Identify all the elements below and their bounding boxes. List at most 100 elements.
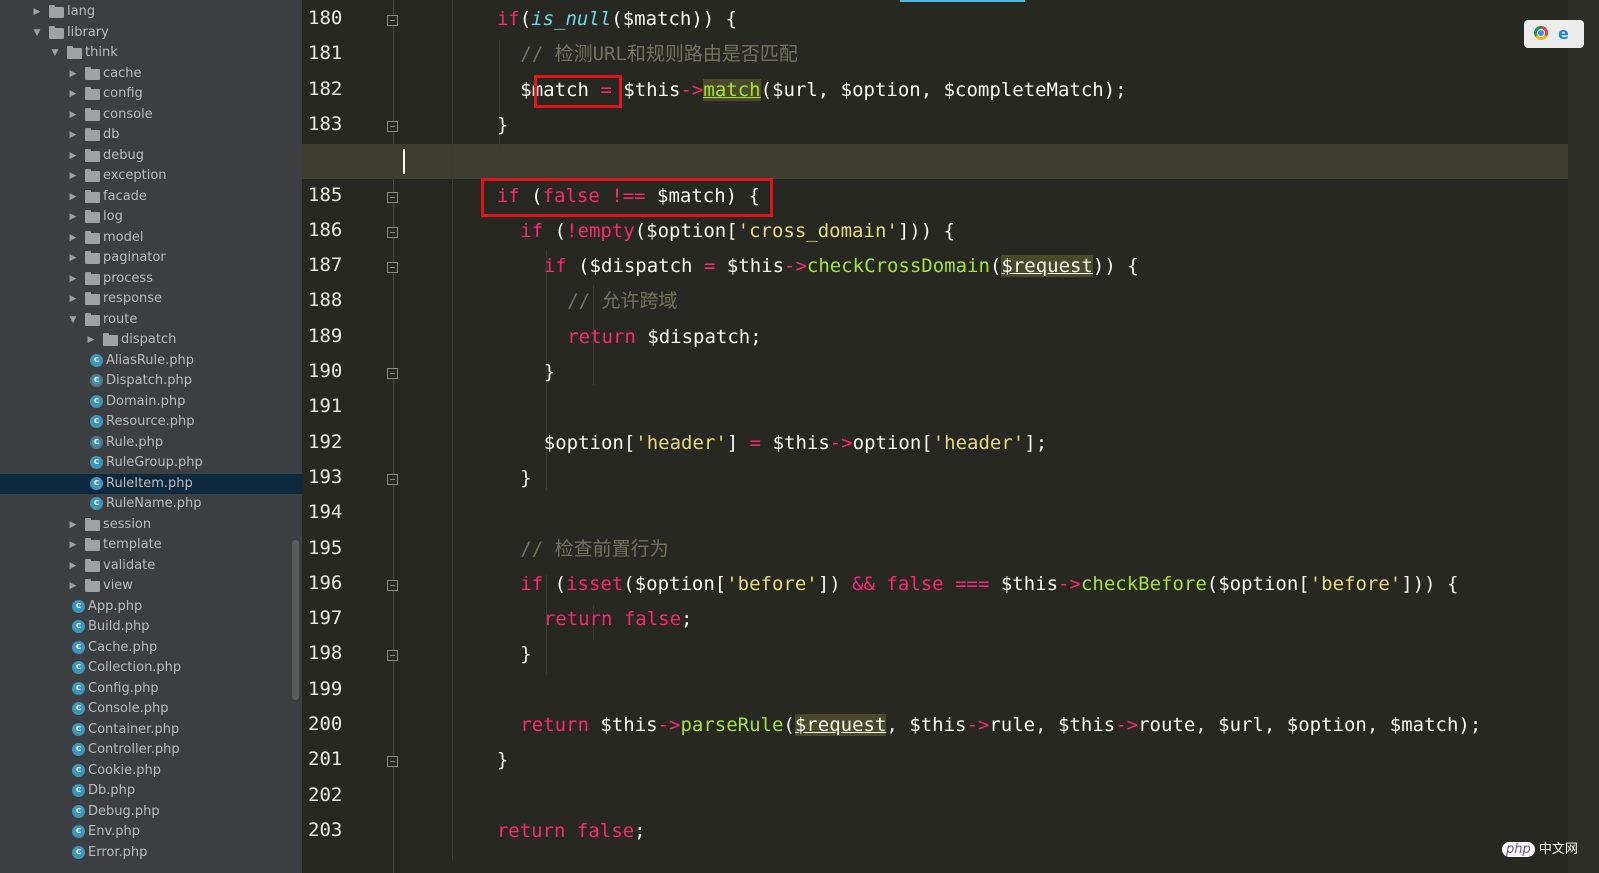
php-class-file-icon: c bbox=[72, 599, 85, 613]
ie-icon[interactable]: e bbox=[1558, 24, 1569, 43]
fold-marker-icon[interactable] bbox=[387, 226, 398, 238]
tree-item-cookie-php[interactable]: c Cookie.php bbox=[0, 761, 302, 781]
tree-item-view[interactable]: ▶ view bbox=[0, 576, 302, 596]
tree-item-controller-php[interactable]: c Controller.php bbox=[0, 740, 302, 760]
expand-arrow-closed-icon[interactable]: ▶ bbox=[86, 330, 96, 350]
expand-arrow-open-icon[interactable]: ▼ bbox=[50, 43, 60, 63]
code-line[interactable]: if ($dispatch = $this->checkCrossDomain(… bbox=[544, 251, 1139, 281]
fold-marker-icon[interactable] bbox=[387, 120, 398, 132]
expand-arrow-closed-icon[interactable]: ▶ bbox=[68, 228, 78, 248]
code-line[interactable]: } bbox=[520, 639, 531, 669]
fold-marker-icon[interactable] bbox=[387, 756, 398, 768]
code-token: $this bbox=[611, 78, 681, 101]
tree-item-log[interactable]: ▶ log bbox=[0, 207, 302, 227]
tree-item-template[interactable]: ▶ template bbox=[0, 535, 302, 555]
tree-item-validate[interactable]: ▶ validate bbox=[0, 556, 302, 576]
expand-arrow-closed-icon[interactable]: ▶ bbox=[68, 248, 78, 268]
code-line[interactable]: if (isset($option['before']) && false ==… bbox=[520, 569, 1458, 599]
code-line[interactable]: return false; bbox=[497, 816, 646, 846]
fold-marker-icon[interactable] bbox=[387, 368, 398, 379]
expand-arrow-closed-icon[interactable]: ▶ bbox=[68, 84, 78, 104]
abstract-class-file-icon: c bbox=[90, 435, 103, 449]
code-token: false bbox=[886, 572, 944, 595]
code-token: = bbox=[703, 255, 716, 278]
tree-item-process[interactable]: ▶ process bbox=[0, 269, 302, 289]
tree-item-config[interactable]: ▶ config bbox=[0, 84, 302, 104]
tree-item-rulegroup-php[interactable]: c RuleGroup.php bbox=[0, 453, 302, 473]
chrome-icon[interactable] bbox=[1534, 26, 1548, 40]
fold-marker-icon[interactable] bbox=[387, 191, 398, 203]
code-line[interactable]: } bbox=[497, 110, 508, 140]
tree-item-cache[interactable]: ▶ cache bbox=[0, 64, 302, 84]
tree-item-cache-php[interactable]: c Cache.php bbox=[0, 638, 302, 658]
watermark: php 中文网 bbox=[1502, 838, 1578, 857]
code-line[interactable]: return false; bbox=[544, 604, 693, 634]
tree-item-rule-php[interactable]: c Rule.php bbox=[0, 433, 302, 453]
tree-item-config-php[interactable]: c Config.php bbox=[0, 679, 302, 699]
tree-item-library[interactable]: ▼ library bbox=[0, 23, 302, 43]
code-line[interactable]: } bbox=[520, 463, 531, 493]
code-token: === bbox=[955, 572, 990, 595]
expand-arrow-closed-icon[interactable]: ▶ bbox=[68, 515, 78, 535]
fold-marker-icon[interactable] bbox=[387, 579, 398, 591]
tree-item-debug-php[interactable]: c Debug.php bbox=[0, 802, 302, 822]
fold-marker-icon[interactable] bbox=[387, 262, 398, 274]
code-line[interactable]: // 检测URL和规则路由是否匹配 bbox=[520, 39, 798, 69]
tree-item-facade[interactable]: ▶ facade bbox=[0, 187, 302, 207]
tree-item-debug[interactable]: ▶ debug bbox=[0, 146, 302, 166]
tree-item-rulename-php[interactable]: c RuleName.php bbox=[0, 494, 302, 514]
tree-item-db-php[interactable]: c Db.php bbox=[0, 781, 302, 801]
tree-item-ruleitem-php[interactable]: c RuleItem.php bbox=[0, 473, 302, 494]
code-line[interactable]: if(is_null($match)) { bbox=[497, 4, 737, 34]
expand-arrow-closed-icon[interactable]: ▶ bbox=[68, 105, 78, 125]
code-line[interactable]: // 允许跨域 bbox=[567, 286, 677, 316]
tree-item-container-php[interactable]: c Container.php bbox=[0, 720, 302, 740]
expand-arrow-closed-icon[interactable]: ▶ bbox=[68, 125, 78, 145]
fold-marker-icon[interactable] bbox=[387, 650, 398, 662]
tree-item-error-php[interactable]: c Error.php bbox=[0, 843, 302, 863]
tree-item-lang[interactable]: ▶ lang bbox=[0, 2, 302, 22]
tree-item-console[interactable]: ▶ console bbox=[0, 105, 302, 125]
expand-arrow-closed-icon[interactable]: ▶ bbox=[68, 207, 78, 227]
tree-item-response[interactable]: ▶ response bbox=[0, 289, 302, 309]
code-line[interactable]: } bbox=[544, 357, 555, 387]
tree-item-paginator[interactable]: ▶ paginator bbox=[0, 248, 302, 268]
tree-item-build-php[interactable]: c Build.php bbox=[0, 617, 302, 637]
project-tree-scrollbar[interactable] bbox=[292, 540, 299, 700]
expand-arrow-closed-icon[interactable]: ▶ bbox=[32, 2, 42, 22]
tree-item-exception[interactable]: ▶ exception bbox=[0, 166, 302, 186]
tree-item-think[interactable]: ▼ think bbox=[0, 43, 302, 63]
expand-arrow-closed-icon[interactable]: ▶ bbox=[68, 146, 78, 166]
fold-marker-icon[interactable] bbox=[387, 15, 398, 26]
expand-arrow-closed-icon[interactable]: ▶ bbox=[68, 269, 78, 289]
expand-arrow-closed-icon[interactable]: ▶ bbox=[68, 64, 78, 84]
tree-item-env-php[interactable]: c Env.php bbox=[0, 822, 302, 842]
code-line[interactable]: } bbox=[497, 745, 508, 775]
tree-item-db[interactable]: ▶ db bbox=[0, 125, 302, 145]
expand-arrow-closed-icon[interactable]: ▶ bbox=[68, 187, 78, 207]
tree-item-session[interactable]: ▶ session bbox=[0, 515, 302, 535]
tree-item-dispatch[interactable]: ▶ dispatch bbox=[0, 330, 302, 350]
tree-item-collection-php[interactable]: c Collection.php bbox=[0, 658, 302, 678]
expand-arrow-closed-icon[interactable]: ▶ bbox=[68, 535, 78, 555]
tree-item-route[interactable]: ▼ route bbox=[0, 310, 302, 330]
expand-arrow-closed-icon[interactable]: ▶ bbox=[68, 166, 78, 186]
tree-item-dispatch-php[interactable]: c Dispatch.php bbox=[0, 371, 302, 391]
code-line[interactable]: if (!empty($option['cross_domain'])) { bbox=[520, 216, 955, 246]
tree-item-domain-php[interactable]: c Domain.php bbox=[0, 392, 302, 412]
tree-item-model[interactable]: ▶ model bbox=[0, 228, 302, 248]
expand-arrow-closed-icon[interactable]: ▶ bbox=[68, 289, 78, 309]
code-line[interactable]: $option['header'] = $this->option['heade… bbox=[544, 428, 1047, 458]
tree-item-console-php[interactable]: c Console.php bbox=[0, 699, 302, 719]
code-line[interactable]: return $dispatch; bbox=[567, 322, 761, 352]
tree-item-app-php[interactable]: c App.php bbox=[0, 597, 302, 617]
expand-arrow-open-icon[interactable]: ▼ bbox=[32, 23, 42, 43]
expand-arrow-open-icon[interactable]: ▼ bbox=[68, 310, 78, 330]
expand-arrow-closed-icon[interactable]: ▶ bbox=[68, 556, 78, 576]
code-line[interactable]: // 检查前置行为 bbox=[520, 534, 668, 564]
fold-marker-icon[interactable] bbox=[387, 473, 398, 485]
tree-item-resource-php[interactable]: c Resource.php bbox=[0, 412, 302, 432]
code-line[interactable]: return $this->parseRule($request, $this-… bbox=[520, 710, 1481, 740]
expand-arrow-closed-icon[interactable]: ▶ bbox=[68, 576, 78, 596]
tree-item-aliasrule-php[interactable]: c AliasRule.php bbox=[0, 351, 302, 371]
